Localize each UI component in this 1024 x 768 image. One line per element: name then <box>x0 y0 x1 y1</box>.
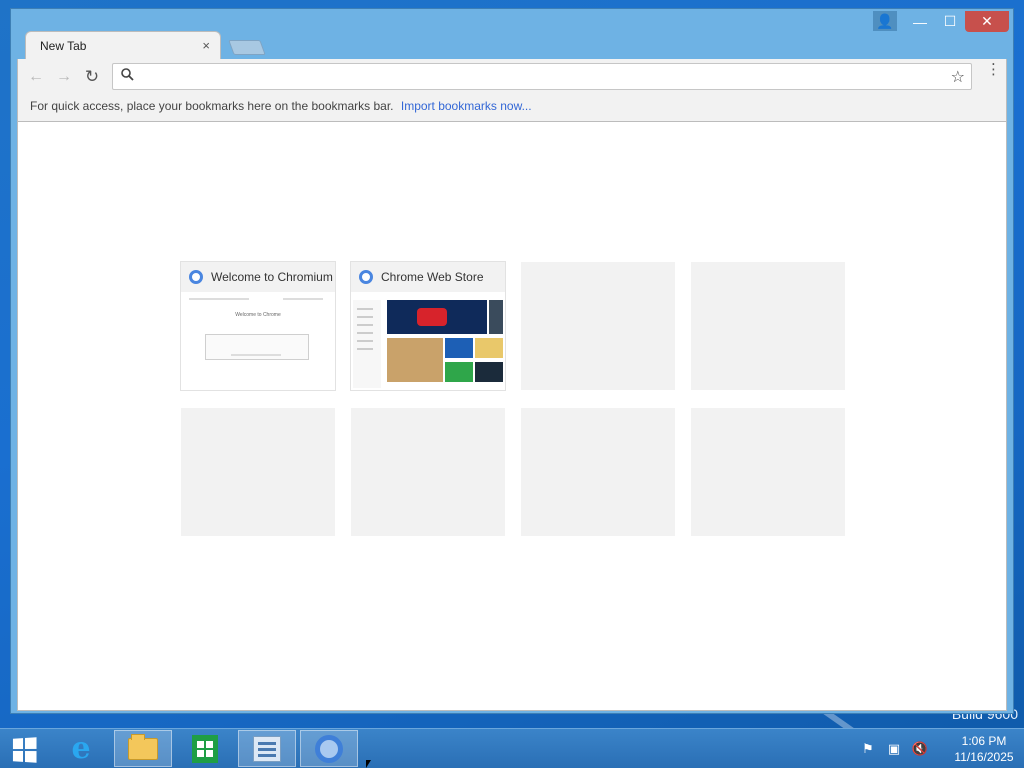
most-visited-tile[interactable]: Chrome Web Store <box>351 262 505 390</box>
minimize-button[interactable]: — <box>905 11 935 32</box>
bookmarks-bar-hint: For quick access, place your bookmarks h… <box>30 99 394 113</box>
import-bookmarks-link[interactable]: Import bookmarks now... <box>401 99 532 113</box>
start-button[interactable] <box>6 735 42 765</box>
network-icon[interactable]: ▣ <box>882 737 906 761</box>
control-panel-icon <box>253 735 281 762</box>
bookmarks-bar: For quick access, place your bookmarks h… <box>30 99 532 113</box>
forward-icon[interactable]: → <box>54 67 74 87</box>
maximize-button[interactable]: ☐ <box>935 11 965 32</box>
mouse-cursor <box>366 760 371 768</box>
web-store-icon <box>359 270 373 284</box>
empty-tile <box>521 408 675 536</box>
tile-thumbnail <box>353 292 503 388</box>
folder-icon <box>128 733 158 760</box>
taskbar-file-explorer[interactable] <box>114 730 172 767</box>
chromium-icon <box>189 270 203 284</box>
browser-window: 👤 — ☐ ✕ New Tab × ← → ↻ ☆ ⋮ For quick ac… <box>10 8 1014 714</box>
tab-close-icon[interactable]: × <box>202 38 210 53</box>
window-caption-buttons: 👤 — ☐ ✕ <box>873 11 1009 32</box>
empty-tile <box>181 408 335 536</box>
tile-header: Chrome Web Store <box>351 262 505 292</box>
close-window-button[interactable]: ✕ <box>965 11 1009 32</box>
reload-icon[interactable]: ↻ <box>82 67 102 87</box>
omnibox[interactable]: ☆ <box>112 63 972 90</box>
windows-logo-icon <box>12 737 37 763</box>
tile-thumbnail: Welcome to Chrome <box>183 292 333 388</box>
tile-title: Chrome Web Store <box>381 270 484 284</box>
empty-tile <box>691 408 845 536</box>
empty-tile <box>521 262 675 390</box>
address-input[interactable] <box>139 67 939 87</box>
new-tab-page: Welcome to Chromium Welcome to Chrome Ch… <box>17 121 1007 711</box>
taskbar-store[interactable] <box>176 730 234 767</box>
browser-toolbar: ← → ↻ ☆ ⋮ For quick access, place your b… <box>17 59 1007 121</box>
new-tab-button[interactable] <box>228 40 266 55</box>
tab-new-tab[interactable]: New Tab × <box>25 31 221 59</box>
back-icon[interactable]: ← <box>26 67 46 87</box>
internet-explorer-icon: e <box>71 731 91 766</box>
taskbar-control-panel[interactable] <box>238 730 296 767</box>
system-tray: ⚑ ▣ 🔇 1:06 PM 11/16/2025 <box>856 729 1024 768</box>
search-icon <box>121 68 134 84</box>
tab-strip: New Tab × <box>17 29 317 59</box>
profile-icon[interactable]: 👤 <box>873 11 897 31</box>
menu-icon[interactable]: ⋮ <box>986 62 1001 77</box>
clock-date: 11/16/2025 <box>954 750 1014 764</box>
volume-muted-icon[interactable]: 🔇 <box>908 737 932 761</box>
tab-title: New Tab <box>40 38 87 53</box>
store-icon <box>192 734 218 763</box>
most-visited-tile[interactable]: Welcome to Chromium Welcome to Chrome <box>181 262 335 390</box>
taskbar-internet-explorer[interactable]: e <box>52 730 110 767</box>
taskbar: e ⚑ ▣ 🔇 1:06 PM 11/16/2025 <box>0 728 1024 768</box>
tile-title: Welcome to Chromium <box>211 270 333 284</box>
empty-tile <box>351 408 505 536</box>
clock-time: 1:06 PM <box>961 734 1007 748</box>
empty-tile <box>691 262 845 390</box>
bookmark-star-icon[interactable]: ☆ <box>951 67 965 87</box>
chromium-icon <box>315 734 343 763</box>
thumbnail-text: Welcome to Chrome <box>235 312 281 318</box>
taskbar-chromium[interactable] <box>300 730 358 767</box>
most-visited-grid: Welcome to Chromium Welcome to Chrome Ch… <box>181 262 845 536</box>
clock[interactable]: 1:06 PM 11/16/2025 <box>944 733 1024 765</box>
tile-header: Welcome to Chromium <box>181 262 335 292</box>
action-center-flag-icon[interactable]: ⚑ <box>856 737 880 761</box>
